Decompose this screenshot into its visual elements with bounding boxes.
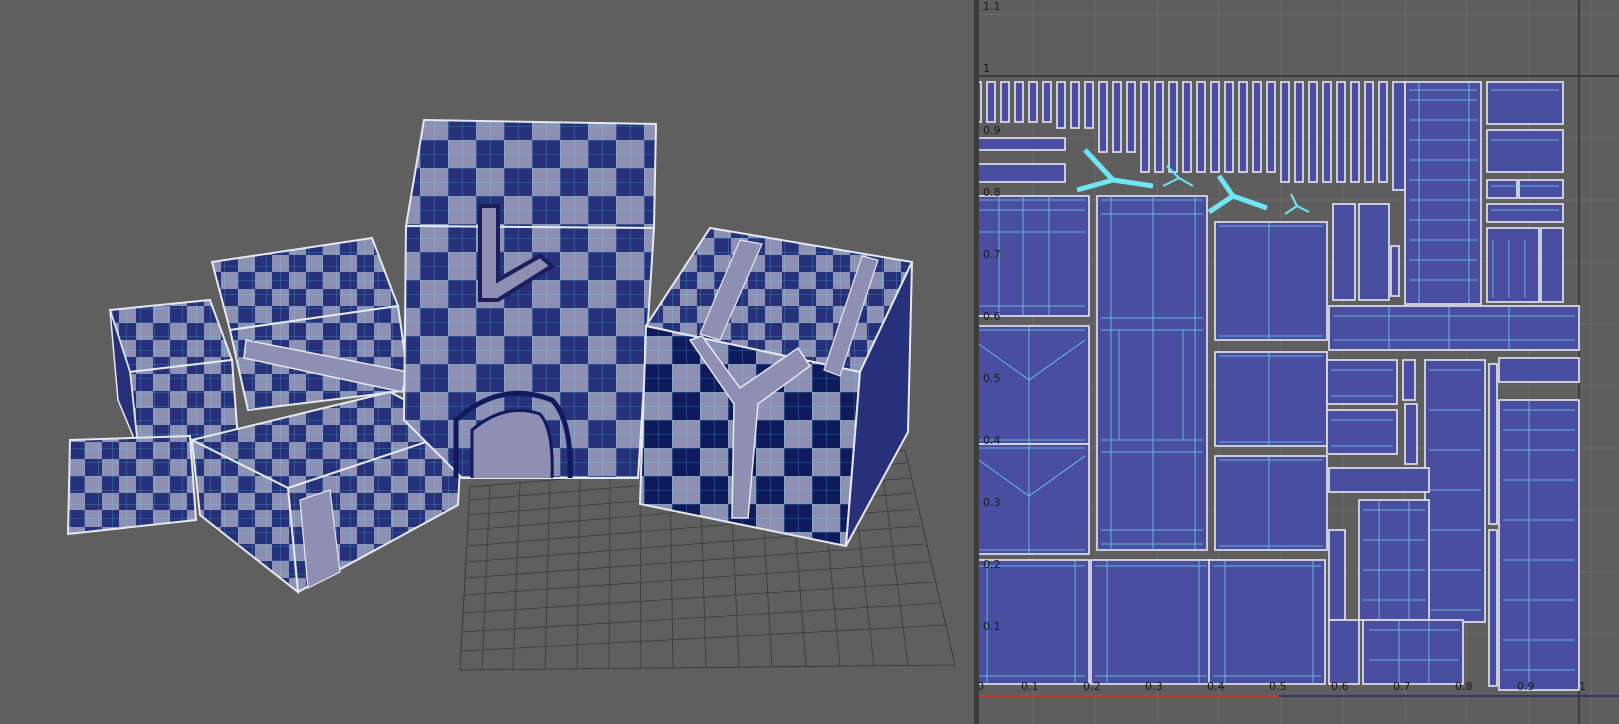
v-label-0-8: 0.8 <box>983 186 1001 199</box>
u-label-0-1: 0.1 <box>1021 680 1039 693</box>
u-label-0-7: 0.7 <box>1393 680 1411 693</box>
v-label-0-5: 0.5 <box>983 372 1001 385</box>
v-label-1-1: 1.1 <box>983 0 1001 13</box>
crate-mesh-small[interactable] <box>66 434 198 536</box>
u-label-0-3: 0.3 <box>1145 680 1163 693</box>
uv-canvas[interactable]: 1.1 1 0.9 0.8 0.7 0.6 0.5 0.4 0.3 0.2 0.… <box>979 0 1619 724</box>
maya-workspace: 1.1 1 0.9 0.8 0.7 0.6 0.5 0.4 0.3 0.2 0.… <box>0 0 1619 724</box>
v-label-0: 0 <box>979 680 984 693</box>
perspective-viewport[interactable] <box>0 0 974 724</box>
u-label-0-5: 0.5 <box>1269 680 1287 693</box>
crate-mesh-back-left[interactable] <box>210 236 412 412</box>
v-label-0-7: 0.7 <box>983 248 1001 261</box>
v-label-0-9: 0.9 <box>983 124 1001 137</box>
u-label-1: 1 <box>1579 680 1586 693</box>
v-label-0-4: 0.4 <box>983 434 1001 447</box>
u-label-0-6: 0.6 <box>1331 680 1349 693</box>
v-label-0-6: 0.6 <box>983 310 1001 323</box>
crate-mesh-large[interactable] <box>402 118 658 479</box>
crate-mesh-right[interactable] <box>638 226 914 548</box>
u-label-0-9: 0.9 <box>1517 680 1535 693</box>
crate-mesh-left[interactable] <box>108 298 240 450</box>
uv-editor-panel[interactable]: 1.1 1 0.9 0.8 0.7 0.6 0.5 0.4 0.3 0.2 0.… <box>979 0 1619 724</box>
v-label-0-1: 0.1 <box>983 620 1001 633</box>
v-label-0-2: 0.2 <box>983 558 1001 571</box>
uv-shells[interactable] <box>979 81 1580 691</box>
u-label-0-2: 0.2 <box>1083 680 1101 693</box>
v-label-1: 1 <box>983 62 990 75</box>
u-label-0-8: 0.8 <box>1455 680 1473 693</box>
v-label-0-3: 0.3 <box>983 496 1001 509</box>
viewport-canvas[interactable] <box>0 0 974 724</box>
u-label-0-4: 0.4 <box>1207 680 1225 693</box>
